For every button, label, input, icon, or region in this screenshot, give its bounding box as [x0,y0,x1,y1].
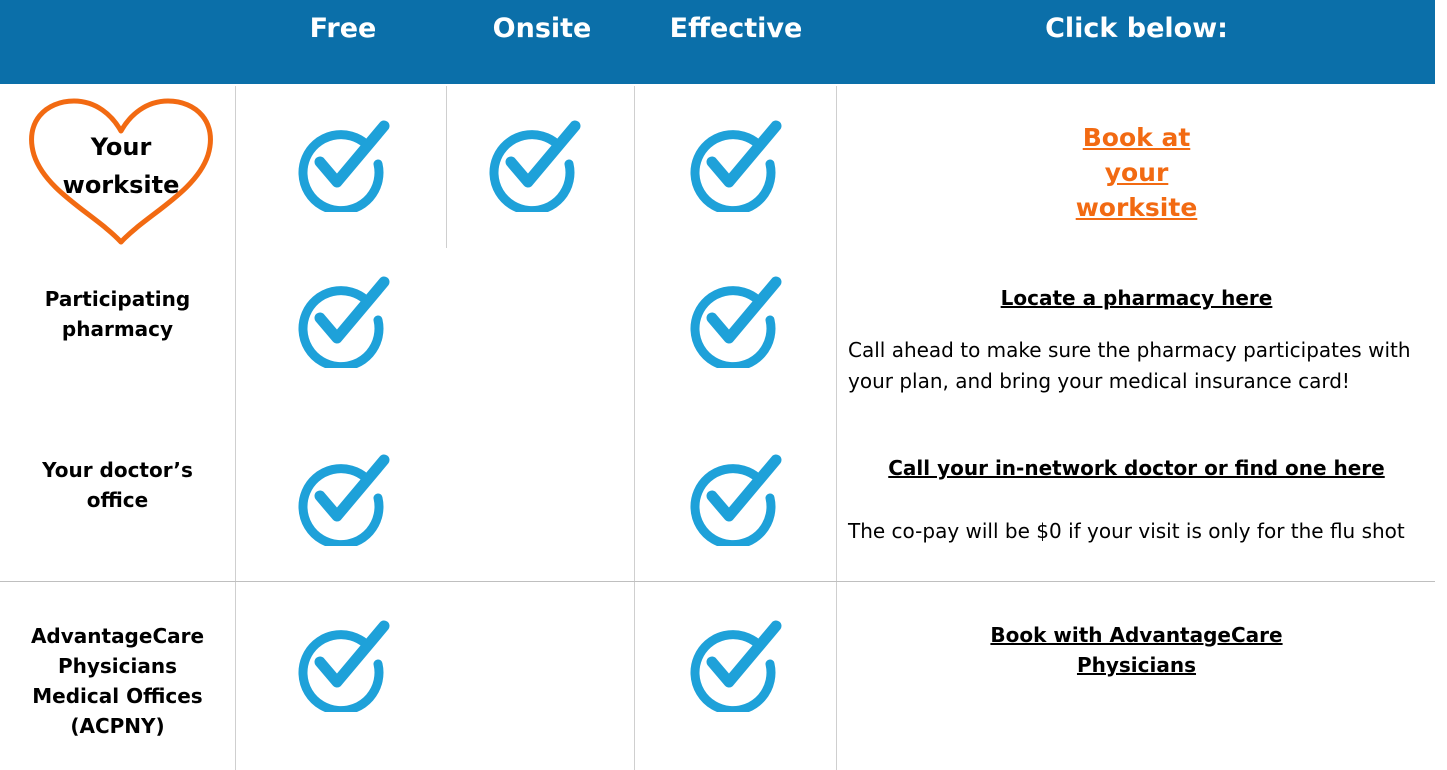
checkmark-circle-icon [690,620,782,712]
checkmark-circle-icon [298,454,390,546]
checkmark-circle-icon [690,120,782,212]
row-label-text: Your doctor’s office [42,458,193,512]
header-click-below: Click below: [1045,12,1228,44]
grid-line [634,86,635,770]
pharmacy-note: Call ahead to make sure the pharmacy par… [848,338,1411,393]
locate-pharmacy-link[interactable]: Locate a pharmacy here [1001,283,1273,313]
grid-line [235,86,236,770]
header-onsite: Onsite [492,12,592,44]
grid-line [836,86,837,770]
checkmark-circle-icon [298,120,390,212]
checkmark-circle-icon [298,276,390,368]
grid-line [446,86,447,248]
row-divider [0,581,1435,582]
worksite-link-cell: Book at your worksite [838,120,1435,225]
checkmark-circle-icon [690,454,782,546]
find-doctor-link[interactable]: Call your in-network doctor or find one … [888,453,1384,483]
row-label-text: Participating pharmacy [44,287,191,341]
book-at-worksite-link[interactable]: Book at your worksite [1062,120,1212,225]
checkmark-circle-icon [298,620,390,712]
doctor-note: The co-pay will be $0 if your visit is o… [848,519,1405,543]
row-label-doctors-office: Your doctor’s office [0,453,235,517]
header-free: Free [309,12,377,44]
flu-shot-options-table: Free Onsite Effective Click below: Your … [0,0,1447,770]
checkmark-circle-icon [489,120,581,212]
header-effective: Effective [669,12,803,44]
table-header: Free Onsite Effective Click below: [0,0,1435,84]
row-label-your-worksite: Your worksite [62,133,180,199]
acpny-link-cell: Book with AdvantageCare Physicians [838,620,1435,680]
checkmark-circle-icon [690,276,782,368]
pharmacy-link-cell: Locate a pharmacy here Call ahead to mak… [838,283,1435,397]
row-label-text: AdvantageCare Physicians Medical Offices… [30,624,205,738]
row-label-acpny: AdvantageCare Physicians Medical Offices… [0,620,235,742]
book-acpny-link[interactable]: Book with AdvantageCare Physicians [977,620,1297,680]
doctor-link-cell: Call your in-network doctor or find one … [838,453,1435,547]
row-label-participating-pharmacy: Participating pharmacy [0,282,235,346]
